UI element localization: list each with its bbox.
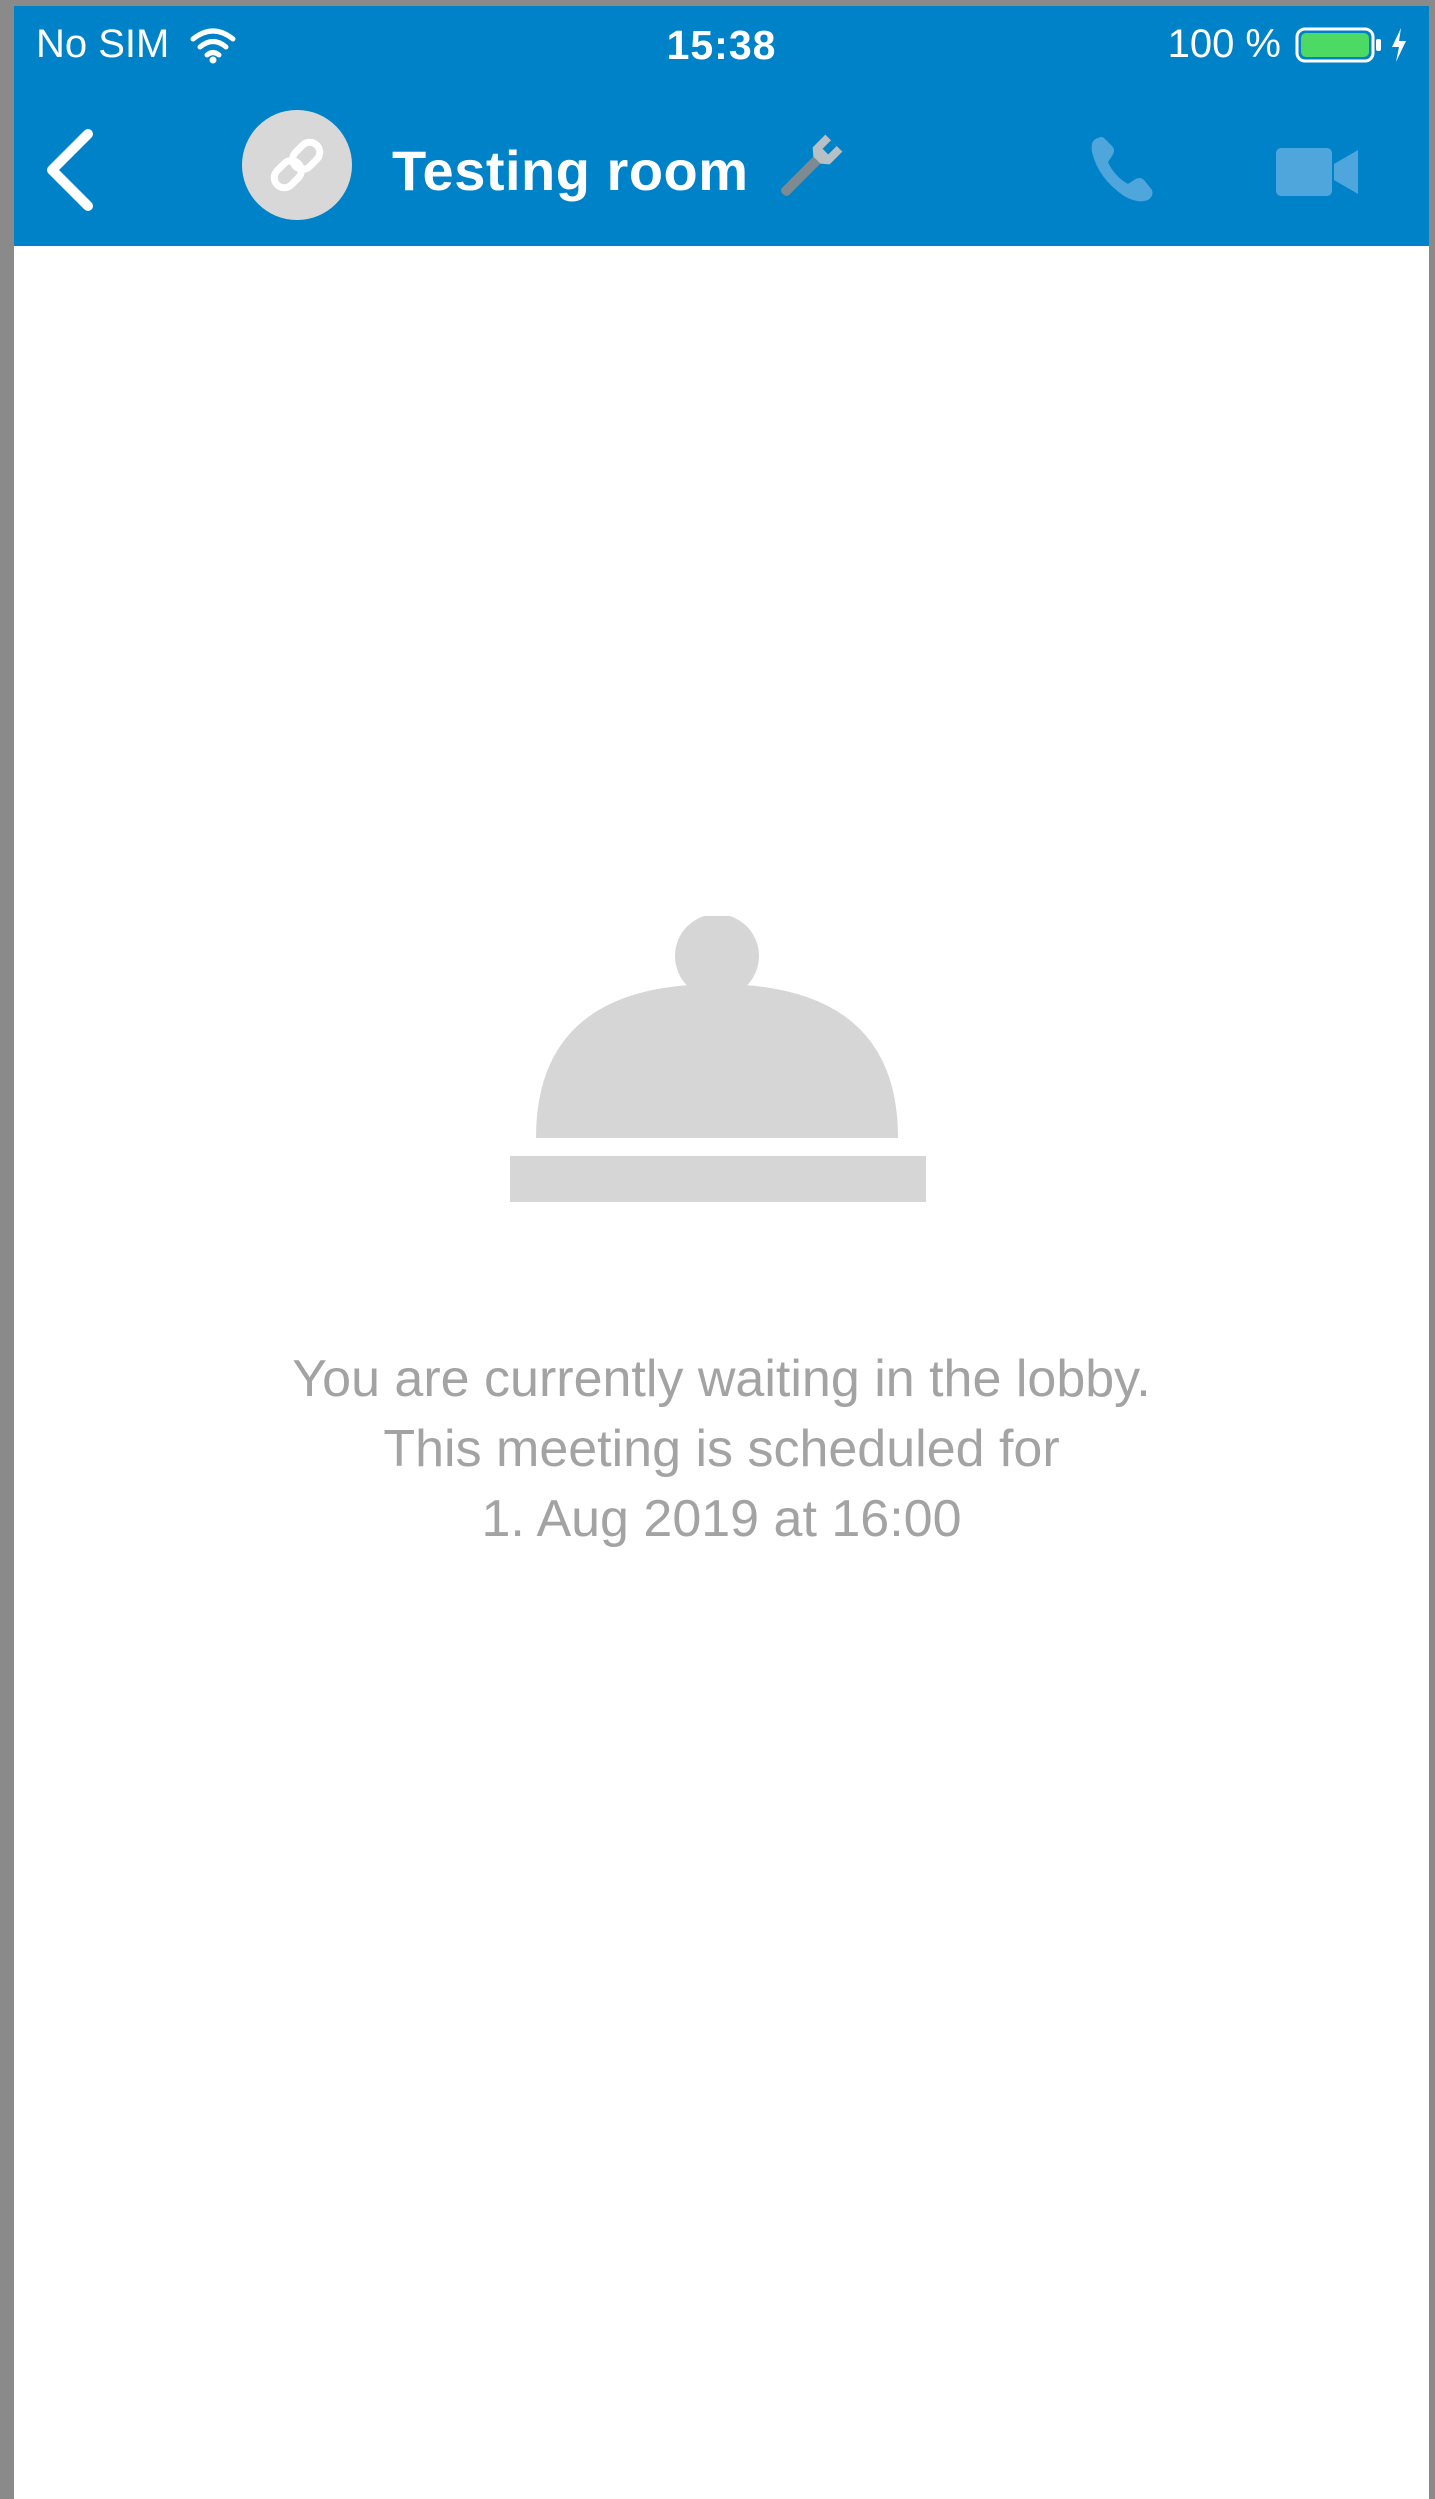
- lobby-message-line-2: This meeting is scheduled for: [383, 1420, 1060, 1478]
- battery-indicator: 100 %: [1168, 22, 1409, 67]
- back-button[interactable]: [32, 124, 112, 216]
- lobby-view: You are currently waiting in the lobby. …: [14, 246, 1429, 2499]
- lobby-message-line-3: 1. Aug 2019 at 16:00: [481, 1490, 962, 1548]
- link-icon: [270, 138, 324, 192]
- battery-percent: 100 %: [1167, 22, 1281, 66]
- status-bar: No SIM 15:38 100 %: [14, 6, 1429, 86]
- wrench-icon: [780, 134, 842, 196]
- room-title[interactable]: Testing room: [392, 130, 847, 210]
- charging-icon: [1392, 27, 1406, 62]
- battery-icon: [1295, 27, 1381, 62]
- navigation-bar: Testing room: [14, 86, 1429, 246]
- room-avatar[interactable]: [242, 110, 352, 220]
- call-button[interactable]: [1084, 130, 1164, 210]
- video-button[interactable]: [1272, 140, 1362, 204]
- top-bar: No SIM 15:38 100 % Testing room: [14, 6, 1429, 246]
- app-window: No SIM 15:38 100 % Testing room You are …: [0, 0, 1435, 2499]
- lobby-message-line-1: You are currently waiting in the lobby.: [292, 1350, 1151, 1408]
- room-title-label: Testing room: [392, 138, 749, 202]
- concierge-bell-icon: [510, 916, 926, 1202]
- lobby-message: You are currently waiting in the lobby. …: [14, 1344, 1429, 1554]
